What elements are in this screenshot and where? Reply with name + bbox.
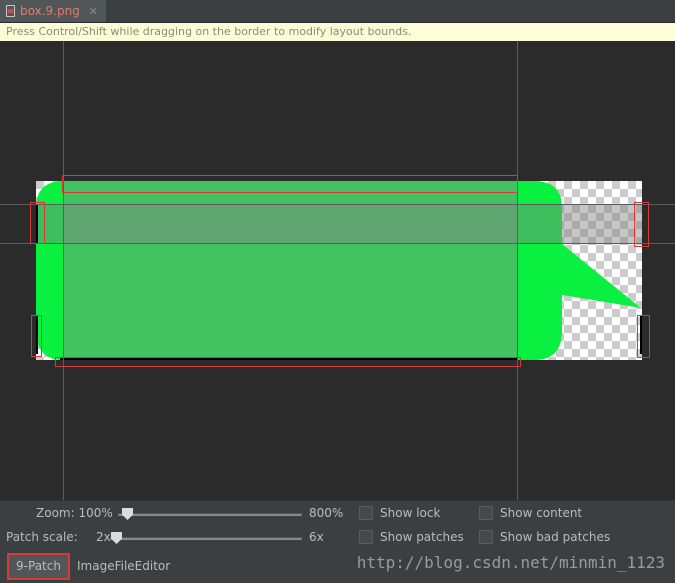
zoom-slider-thumb[interactable] [122, 508, 133, 520]
show-patches-checkbox[interactable]: Show patches [359, 530, 464, 544]
guide-line-right[interactable] [517, 41, 518, 500]
right-patch-bounds-top[interactable] [634, 202, 649, 247]
patch-scale-slider-track [110, 537, 302, 540]
zoom-slider[interactable] [118, 508, 302, 520]
watermark-text: http://blog.csdn.net/minmin_1123 [356, 553, 665, 572]
patch-scale-min-label: 2x [96, 530, 111, 544]
close-icon[interactable]: ✕ [89, 5, 98, 18]
patch-overlay-vertical [64, 181, 518, 360]
show-content-checkbox-box[interactable] [479, 506, 493, 520]
show-bad-patches-checkbox-box[interactable] [479, 530, 493, 544]
guide-line-left[interactable] [63, 41, 64, 500]
show-patches-label: Show patches [380, 530, 464, 544]
tab-image-file-editor[interactable]: ImageFileEditor [71, 554, 176, 579]
show-patches-checkbox-box[interactable] [359, 530, 373, 544]
show-bad-patches-label: Show bad patches [500, 530, 611, 544]
image-file-icon [6, 5, 15, 17]
patch-scale-slider[interactable] [110, 532, 302, 544]
guide-line-bottom[interactable] [0, 243, 675, 244]
show-lock-checkbox-box[interactable] [359, 506, 373, 520]
guide-line-top[interactable] [0, 204, 675, 205]
show-lock-checkbox[interactable]: Show lock [359, 506, 440, 520]
nine-patch-canvas[interactable] [0, 41, 675, 500]
show-content-label: Show content [500, 506, 583, 520]
nine-patch-image[interactable] [0, 41, 675, 500]
patch-scale-slider-thumb[interactable] [111, 532, 122, 544]
bottom-patch-bounds[interactable] [55, 357, 521, 367]
zoom-slider-track [118, 513, 302, 516]
file-tab-label: box.9.png [20, 4, 80, 18]
zoom-label: Zoom: 100% [36, 506, 113, 520]
editor-tab-bar: box.9.png ✕ [0, 0, 675, 23]
patch-scale-label: Patch scale: [6, 530, 78, 544]
editor-mode-tabs: 9-Patch ImageFileEditor http://blog.csdn… [0, 550, 675, 583]
patch-scale-max-label: 6x [309, 530, 324, 544]
left-patch-bounds-bottom[interactable] [31, 315, 42, 357]
left-patch-bounds-top[interactable] [30, 202, 45, 244]
file-tab[interactable]: box.9.png ✕ [0, 0, 107, 22]
show-content-checkbox[interactable]: Show content [479, 506, 582, 520]
zoom-max-label: 800% [309, 506, 344, 520]
show-lock-label: Show lock [380, 506, 441, 520]
right-patch-bounds-bottom[interactable] [637, 315, 650, 358]
controls-panel: Zoom: 100% 800% Patch scale: 2x 6x Show … [0, 500, 675, 551]
top-patch-bounds[interactable] [62, 175, 518, 193]
tab-9-patch[interactable]: 9-Patch [7, 553, 70, 580]
hint-bar: Press Control/Shift while dragging on th… [0, 23, 675, 41]
show-bad-patches-checkbox[interactable]: Show bad patches [479, 530, 610, 544]
